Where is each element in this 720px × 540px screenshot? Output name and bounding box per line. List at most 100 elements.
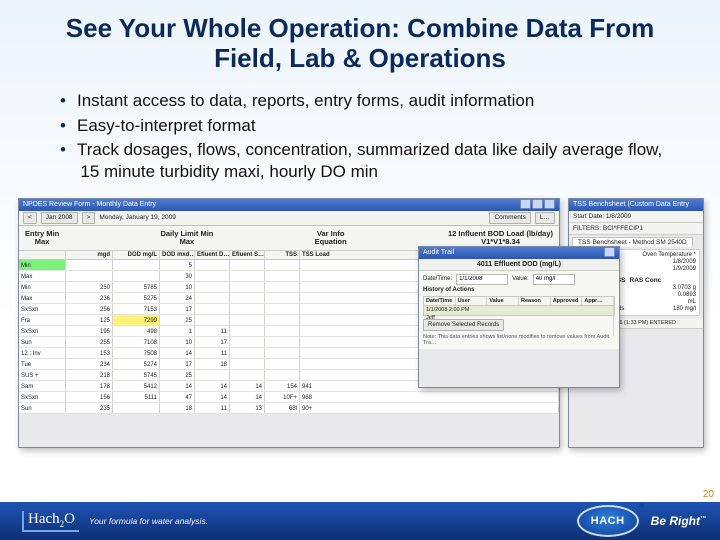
cell: 256 <box>66 304 113 314</box>
cell <box>195 304 230 314</box>
audit-col-5: Appr… <box>582 297 614 305</box>
cell: 13 <box>230 403 265 413</box>
cell: Max <box>19 293 66 303</box>
cell: Min <box>19 260 66 270</box>
cell: 153 <box>66 348 113 358</box>
cell <box>195 282 230 292</box>
cell <box>265 348 300 358</box>
cell: SxSxn <box>19 392 66 402</box>
cell <box>230 282 265 292</box>
prev-month-button[interactable]: < <box>23 212 37 224</box>
cell: 7508 <box>113 348 160 358</box>
cell <box>230 326 265 336</box>
comments-button[interactable]: Comments <box>489 212 530 224</box>
cell: 17 <box>160 359 195 369</box>
cell: 218 <box>66 370 113 380</box>
audit-history-grid: Date/Time User Value Reason Approved App… <box>423 296 615 316</box>
cell: 7153 <box>113 304 160 314</box>
cell: 1 <box>160 326 195 336</box>
bullet-3: Track dosages, flows, concentration, sum… <box>60 139 680 183</box>
audit-col-4: Approved <box>551 297 583 305</box>
limits-button[interactable]: L… <box>535 212 555 224</box>
audit-col-0: Date/Time <box>424 297 456 305</box>
cell <box>265 337 300 347</box>
cell: 255 <box>66 337 113 347</box>
cell: 235 <box>66 403 113 413</box>
audit-value-input[interactable] <box>533 274 575 285</box>
cell: 14 <box>195 392 230 402</box>
cell: Sam <box>19 381 66 391</box>
cell: 17 <box>160 304 195 314</box>
cell <box>230 337 265 347</box>
cell: 68l <box>265 403 300 413</box>
cell <box>113 271 160 281</box>
win1-toolbar: < Jan 2008 > Monday, January 19, 2009 Co… <box>19 211 559 226</box>
col-6: TSS <box>265 251 300 259</box>
month-picker[interactable]: Jan 2008 <box>41 212 78 224</box>
audit-row[interactable]: 1/1/2008 2:00 PM Jeff 40 <box>424 306 614 315</box>
cell: 234 <box>66 359 113 369</box>
cell <box>265 271 300 281</box>
cell: Min <box>19 282 66 292</box>
audit-variable-name: 4011 Effluent DOD (mg/L) <box>419 259 619 271</box>
cell: 5274 <box>113 359 160 369</box>
page-number: 20 <box>703 489 714 500</box>
cell: 5275 <box>113 293 160 303</box>
cell: 11 <box>195 326 230 336</box>
equation-label: Equation <box>315 237 347 246</box>
window-buttons <box>603 247 615 259</box>
cell: 47 <box>160 392 195 402</box>
cell <box>66 260 113 270</box>
cell: SUS + <box>19 370 66 380</box>
remove-records-button[interactable]: Remove Selected Records <box>423 319 504 331</box>
col-2: DOD mg/L <box>113 251 160 259</box>
cell: 5785 <box>113 282 160 292</box>
cell: 178 <box>66 381 113 391</box>
bullet-1: Instant access to data, reports, entry f… <box>60 90 680 112</box>
entry-max-label: Max <box>35 237 50 246</box>
audit-value-label: Value: <box>512 276 529 282</box>
win3-title: Audit Trail <box>423 247 454 259</box>
cell: 156 <box>66 392 113 402</box>
audit-date-input[interactable] <box>456 274 508 285</box>
cell <box>265 326 300 336</box>
variable-equation: V1*V1*8.34 <box>481 237 520 246</box>
cell <box>265 260 300 270</box>
sample-volume-unit: mL <box>688 299 696 305</box>
cell <box>113 403 160 413</box>
cell: 5412 <box>113 381 160 391</box>
col-1: mgd <box>66 251 113 259</box>
start-date: Start Date: 1/8/2009 <box>573 213 631 220</box>
ras-conc-header: RAS Conc <box>630 277 662 284</box>
cell: 195 <box>66 326 113 336</box>
col-4: Efluent D… <box>195 251 230 259</box>
cell <box>230 293 265 303</box>
win3-titlebar: Audit Trail <box>419 247 619 259</box>
cell: 90+ <box>300 403 559 413</box>
slide-title: See Your Whole Operation: Combine Data F… <box>0 0 720 84</box>
cell <box>265 359 300 369</box>
cell: 10F+ <box>265 392 300 402</box>
filter-bar: FILTERS: BCI*FFECIP1 <box>569 223 703 235</box>
cell: 10 <box>160 337 195 347</box>
cell: 11 <box>195 403 230 413</box>
filter-text: FILTERS: BCI*FFECIP1 <box>573 225 643 232</box>
cell <box>230 271 265 281</box>
cell <box>195 315 230 325</box>
suspended-solids-v1: 180 mg/l <box>673 306 696 312</box>
cell: 24 <box>160 293 195 303</box>
cell: 12 : Inv <box>19 348 66 358</box>
next-month-button[interactable]: > <box>82 212 96 224</box>
cell: 5 <box>160 260 195 270</box>
win2-title: TSS Benchsheet (Custom Data Entry Form) <box>573 199 699 211</box>
cell: Sun <box>19 403 66 413</box>
cell: 5111 <box>113 392 160 402</box>
cell: Max <box>19 271 66 281</box>
cell <box>195 370 230 380</box>
audit-col-1: User <box>456 297 488 305</box>
cell: 11 <box>195 348 230 358</box>
cell: 14 <box>230 381 265 391</box>
cell: 14 <box>160 381 195 391</box>
cell: 14 <box>230 392 265 402</box>
audit-note: Note: This data entries shows list/none … <box>423 334 615 346</box>
